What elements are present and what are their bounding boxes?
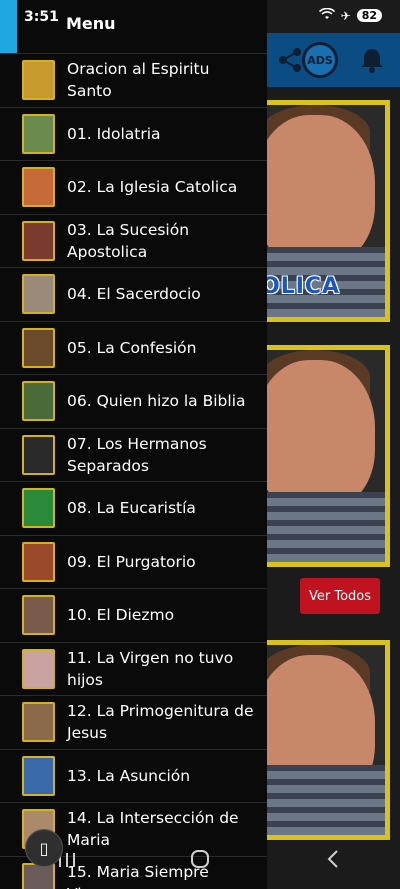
menu-item[interactable]: 13. La Asunción (0, 748, 267, 803)
bell-icon[interactable] (352, 40, 392, 80)
menu-item[interactable]: Oracion al Espiritu Santo (0, 53, 267, 107)
thumbnail-image (22, 167, 55, 208)
thumbnail-image (22, 327, 55, 368)
thumbnail-image (22, 274, 55, 315)
ads-icon[interactable]: ADS (300, 40, 340, 80)
status-time: 3:51 (24, 9, 59, 25)
phone-icon: ▯ (39, 838, 49, 858)
thumbnail-image (22, 595, 55, 636)
navigation-drawer: Menu Oracion al Espiritu Santo 01. Idola… (0, 0, 267, 889)
thumbnail-image (22, 541, 55, 582)
thumbnail-image (22, 434, 55, 475)
thumbnail-image (22, 220, 55, 261)
thumbnail-image (22, 381, 55, 422)
battery-indicator: 82 (356, 9, 382, 22)
menu-item[interactable]: 04. El Sacerdocio (0, 267, 267, 321)
status-bar: 3:51 ✈ 82 (0, 0, 400, 33)
menu-item[interactable]: 09. El Purgatorio (0, 534, 267, 589)
thumbnail-image (22, 113, 55, 154)
home-button[interactable] (170, 849, 230, 874)
thumbnail-image (22, 755, 55, 796)
thumbnail-image (22, 488, 55, 529)
menu-item[interactable]: 01. Idolatria (0, 106, 267, 161)
ver-todos-button[interactable]: Ver Todos (300, 578, 380, 614)
menu-item[interactable]: 12. La Primogenitura de Jesus (0, 695, 267, 749)
airplane-icon: ✈ (340, 8, 351, 23)
menu-item[interactable]: 11. La Virgen no tuvo hijos (0, 641, 267, 696)
menu-item[interactable]: 06. Quien hizo la Biblia (0, 374, 267, 428)
thumbnail-image (22, 702, 55, 743)
status-icons: ✈ 82 (318, 7, 382, 23)
thumbnail-image (22, 648, 55, 689)
menu-item[interactable]: 05. La Confesión (0, 320, 267, 375)
floating-phone-button[interactable]: ▯ (25, 829, 63, 867)
back-button[interactable] (303, 849, 363, 874)
menu-item[interactable]: 07. Los Hermanos Separados (0, 427, 267, 482)
menu-item[interactable]: 03. La Sucesión Apostolica (0, 213, 267, 268)
wifi-icon (318, 7, 335, 23)
menu-item[interactable]: 02. La Iglesia Catolica (0, 160, 267, 214)
menu-list: Oracion al Espiritu Santo 01. Idolatria … (0, 53, 267, 889)
menu-item[interactable]: 08. La Eucaristía (0, 481, 267, 535)
menu-item[interactable]: 10. El Diezmo (0, 588, 267, 642)
thumbnail-image (22, 60, 55, 101)
